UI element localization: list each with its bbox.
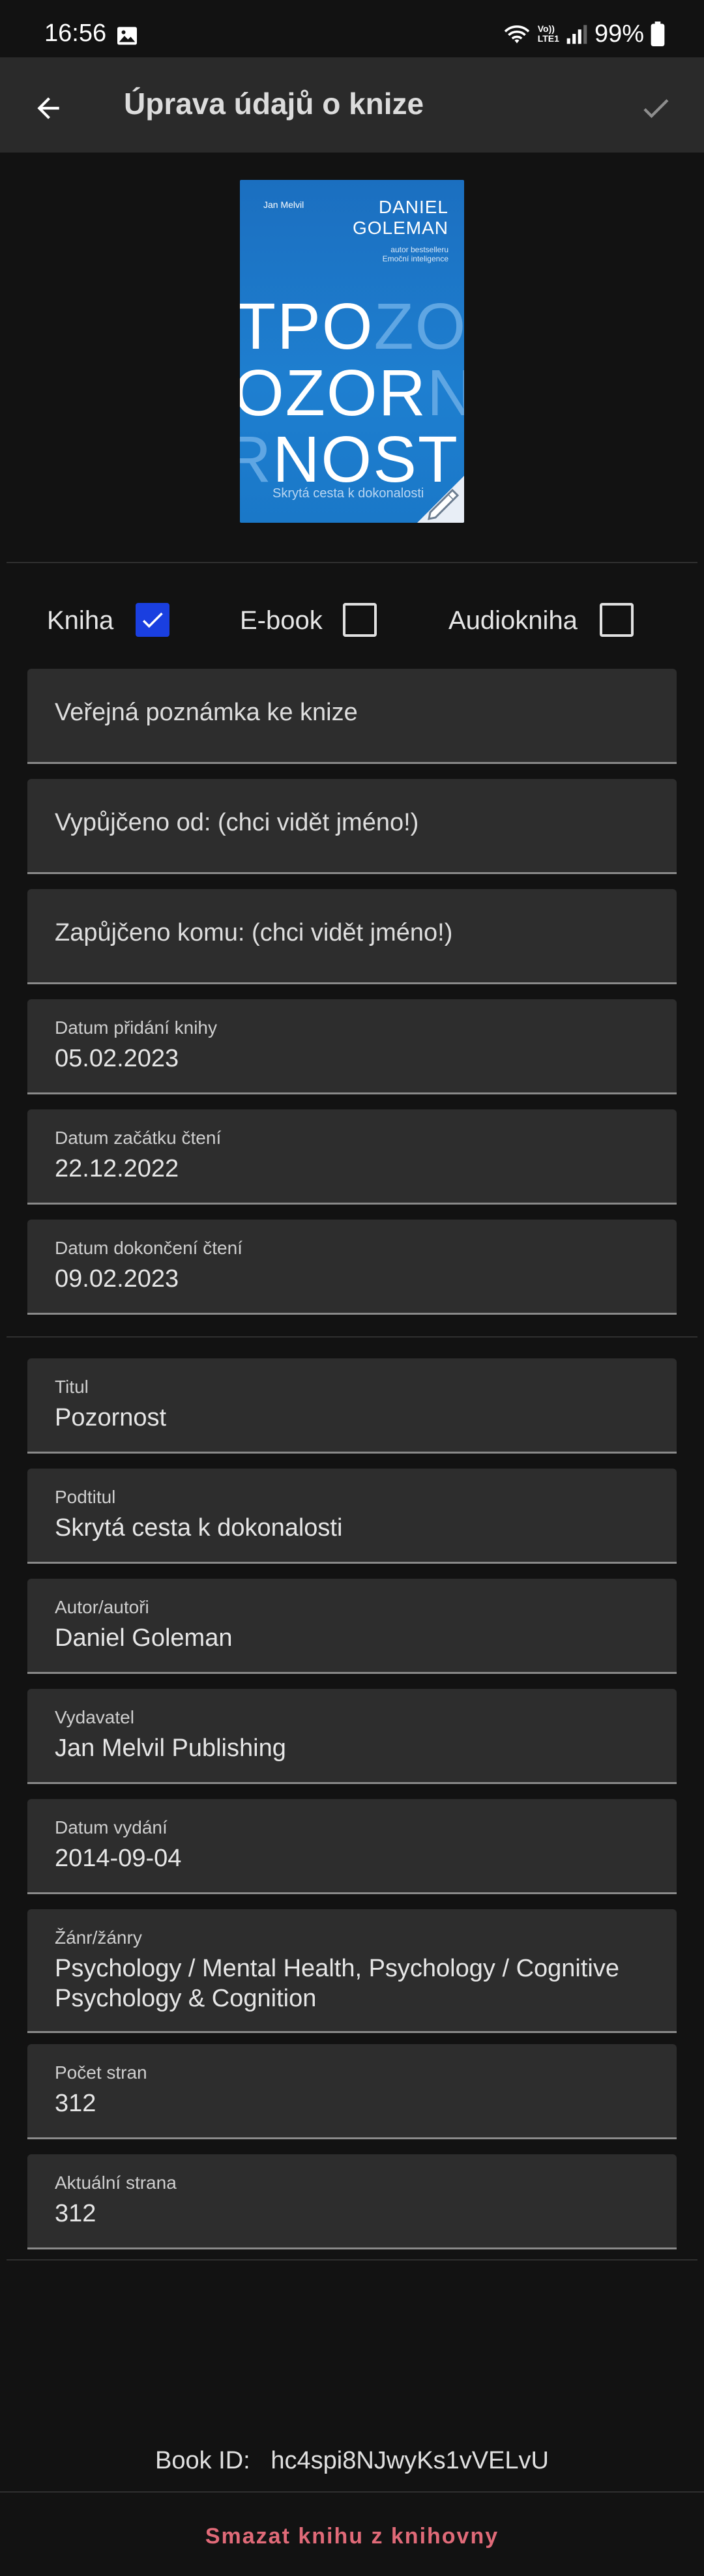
divider: [7, 2259, 697, 2261]
public-note-field[interactable]: Veřejná poznámka ke knize: [27, 669, 677, 764]
published-date-label: Datum vydání: [55, 1817, 168, 1837]
cover-title-dim: NO: [426, 357, 464, 430]
date-started-field[interactable]: Datum začátku čtení 22.12.2022: [27, 1109, 677, 1205]
page-count-field[interactable]: Počet stran 312: [27, 2044, 677, 2139]
date-added-label: Datum přidání knihy: [55, 1017, 218, 1038]
check-icon: [142, 612, 163, 628]
subtitle-label: Podtitul: [55, 1487, 116, 1507]
date-finished-label: Datum dokončení čtení: [55, 1238, 242, 1258]
cover-publisher: Jan Melvil: [263, 199, 304, 210]
screen: { "status_bar": { "time": "16:56", "batt…: [0, 0, 704, 2576]
authors-field[interactable]: Autor/autoři Daniel Goleman: [27, 1579, 677, 1674]
publisher-label: Vydavatel: [55, 1707, 134, 1727]
divider: [0, 2491, 704, 2493]
format-ebook-label: E-book: [240, 606, 323, 635]
cover-title-line-1: TPOZOR: [240, 289, 464, 364]
battery-percent: 99%: [594, 20, 644, 48]
format-audiobook-label: Audiokniha: [448, 606, 578, 635]
save-button[interactable]: [631, 83, 681, 133]
cover-author-first: DANIEL: [378, 197, 448, 217]
lent-to-field[interactable]: Zapůjčeno komu: (chci vidět jméno!): [27, 889, 677, 984]
genres-field[interactable]: Žánr/žánry Psychology / Mental Health, P…: [27, 1909, 677, 2033]
public-note-placeholder: Veřejná poznámka ke knize: [55, 699, 358, 726]
format-book-checkbox[interactable]: [136, 603, 169, 637]
edit-pencil-icon[interactable]: [409, 468, 464, 523]
check-icon: [643, 99, 669, 119]
delete-book-button[interactable]: Smazat knihu z knihovny: [0, 2496, 704, 2576]
published-date-value: 2014-09-04: [55, 1845, 182, 1872]
app-bar: Úprava údajů o knize: [0, 57, 704, 153]
book-id: Book ID: hc4spi8NJwyKs1vVELvU: [154, 2447, 549, 2474]
signal-icon: [566, 25, 587, 44]
borrowed-from-field[interactable]: Vypůjčeno od: (chci vidět jméno!): [27, 779, 677, 874]
cover-author-note: autor bestselleru Emoční inteligence: [383, 245, 448, 263]
wifi-icon: [504, 25, 530, 44]
date-finished-value: 09.02.2023: [55, 1265, 179, 1293]
status-time: 16:56: [44, 20, 107, 47]
publisher-field[interactable]: Vydavatel Jan Melvil Publishing: [27, 1689, 677, 1784]
battery-icon: [651, 22, 665, 46]
image-icon: [117, 27, 137, 45]
page-count-label: Počet stran: [55, 2062, 147, 2083]
title-label: Titul: [55, 1377, 89, 1397]
authors-label: Autor/autoři: [55, 1597, 149, 1617]
cover-title-text: OZOR: [240, 357, 427, 430]
date-finished-field[interactable]: Datum dokončení čtení 09.02.2023: [27, 1220, 677, 1315]
cover-title-line-2: OZORNO: [240, 356, 464, 431]
borrowed-from-placeholder: Vypůjčeno od: (chci vidět jméno!): [55, 809, 419, 836]
arrow-back-icon: [37, 97, 59, 119]
cover-subtitle: Skrytá cesta k dokonalosti: [272, 486, 424, 501]
current-page-label: Aktuální strana: [55, 2173, 177, 2193]
network-indicator: Vo)) LTE1: [538, 24, 559, 44]
status-icons: Vo)) LTE1 99%: [503, 20, 665, 48]
date-started-label: Datum začátku čtení: [55, 1128, 222, 1148]
date-added-field[interactable]: Datum přidání knihy 05.02.2023: [27, 999, 677, 1094]
title-field[interactable]: Titul Pozornost: [27, 1358, 677, 1454]
back-button[interactable]: [23, 83, 73, 133]
divider: [7, 562, 697, 563]
title-value: Pozornost: [55, 1404, 167, 1431]
divider: [7, 1336, 697, 1338]
publisher-value: Jan Melvil Publishing: [55, 1734, 286, 1762]
genres-label: Žánr/žánry: [55, 1927, 142, 1948]
format-book-label: Kniha: [47, 606, 114, 635]
status-bar: 16:56 Vo)) LTE1 99%: [0, 0, 704, 57]
cover-author: DANIEL GOLEMAN: [353, 197, 448, 239]
cover-title-dim: ZOR: [374, 290, 464, 363]
current-page-value: 312: [55, 2200, 96, 2227]
date-started-value: 22.12.2022: [55, 1155, 179, 1182]
cover-author-note-1: autor bestselleru: [390, 245, 448, 254]
subtitle-value: Skrytá cesta k dokonalosti: [55, 1514, 343, 1542]
genres-value: Psychology / Mental Health, Psychology /…: [55, 1955, 619, 2012]
page-title: Úprava údajů o knize: [124, 87, 424, 121]
format-ebook-checkbox[interactable]: [343, 603, 377, 637]
cover-author-last: GOLEMAN: [352, 218, 448, 238]
published-date-field[interactable]: Datum vydání 2014-09-04: [27, 1799, 677, 1894]
network-label: LTE1: [537, 33, 559, 44]
page-count-value: 312: [55, 2090, 96, 2117]
date-added-value: 05.02.2023: [55, 1045, 179, 1072]
lent-to-placeholder: Zapůjčeno komu: (chci vidět jméno!): [55, 919, 453, 946]
volte-label: Vo)): [537, 23, 555, 34]
subtitle-field[interactable]: Podtitul Skrytá cesta k dokonalosti: [27, 1469, 677, 1564]
current-page-field[interactable]: Aktuální strana 312: [27, 2154, 677, 2249]
authors-value: Daniel Goleman: [55, 1624, 233, 1652]
cover-title-dim: R: [240, 423, 273, 496]
format-audiobook-checkbox[interactable]: [600, 603, 634, 637]
cover-author-note-2: Emoční inteligence: [382, 254, 448, 263]
book-cover[interactable]: Jan Melvil DANIEL GOLEMAN autor bestsell…: [240, 180, 464, 523]
cover-title-text: TPO: [240, 290, 374, 363]
